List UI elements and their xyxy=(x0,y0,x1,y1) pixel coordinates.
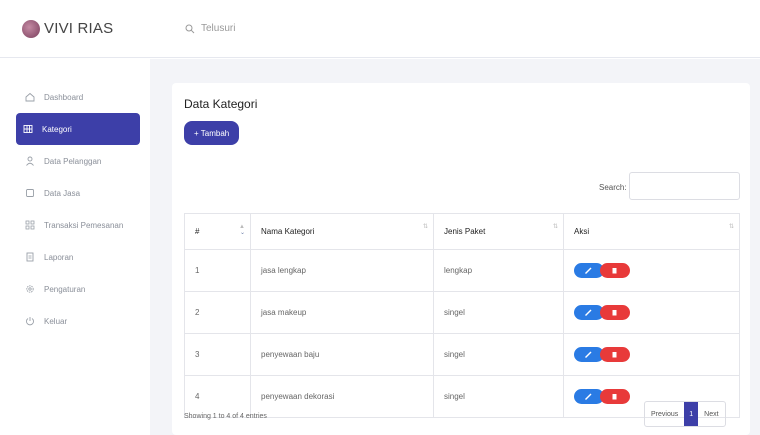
header-label: Nama Kategori xyxy=(261,227,315,236)
top-header: VIVI RIAS Telusuri xyxy=(0,0,760,58)
column-header-aksi[interactable]: Aksi ⇅ xyxy=(563,213,740,250)
kategori-card: Data Kategori + Tambah Search: # ▲ ⌄ Nam… xyxy=(172,83,750,435)
trash-icon xyxy=(612,310,617,316)
sidebar-item-label: Data Pelanggan xyxy=(44,156,102,166)
delete-button[interactable] xyxy=(600,263,630,278)
grid-icon xyxy=(22,123,34,135)
cell-number: 2 xyxy=(184,291,251,334)
pagination-previous[interactable]: Previous xyxy=(645,402,684,426)
search-placeholder: Telusuri xyxy=(201,23,236,34)
pagination-page-1[interactable]: 1 xyxy=(684,402,699,426)
column-header-number[interactable]: # ▲ ⌄ xyxy=(184,213,251,250)
cell-nama-kategori: penyewaan baju xyxy=(250,333,434,376)
sidebar-item-laporan[interactable]: Laporan xyxy=(18,241,140,273)
column-header-jenis-paket[interactable]: Jenis Paket ⇅ xyxy=(433,213,564,250)
sort-icon: ⇅ xyxy=(728,224,734,230)
column-header-nama-kategori[interactable]: Nama Kategori ⇅ xyxy=(250,213,434,250)
cell-jenis-paket: singel xyxy=(433,333,564,376)
table-row: 1 jasa lengkap lengkap xyxy=(184,249,740,292)
page-title: Data Kategori xyxy=(184,97,258,111)
delete-button[interactable] xyxy=(600,305,630,320)
header-label: Aksi xyxy=(574,227,590,236)
cell-number: 4 xyxy=(184,375,251,418)
table-row: 2 jasa makeup singel xyxy=(184,291,740,334)
pencil-icon xyxy=(585,351,592,358)
brand-logo xyxy=(22,19,40,38)
cell-nama-kategori: penyewaan dekorasi xyxy=(250,375,434,418)
sidebar-item-keluar[interactable]: Keluar xyxy=(18,305,140,337)
cell-jenis-paket: singel xyxy=(433,375,564,418)
brand-name: VIVI RIAS xyxy=(44,20,114,37)
table-info: Showing 1 to 4 of 4 entries xyxy=(184,413,267,420)
pencil-icon xyxy=(585,267,592,274)
header-label: Jenis Paket xyxy=(444,227,486,236)
cell-nama-kategori: jasa makeup xyxy=(250,291,434,334)
trash-icon xyxy=(612,268,617,274)
sort-down-icon: ⌄ xyxy=(239,230,245,236)
cell-aksi xyxy=(563,249,740,292)
sidebar-item-label: Pengaturan xyxy=(44,284,86,294)
table-row: 3 penyewaan baju singel xyxy=(184,333,740,376)
table-search-label: Search: xyxy=(599,183,627,192)
sort-icon: ⇅ xyxy=(422,224,428,230)
sidebar-item-kategori[interactable]: Kategori xyxy=(16,113,140,145)
kategori-table: # ▲ ⌄ Nama Kategori ⇅ Jenis Paket ⇅ Aksi xyxy=(184,213,740,418)
main-content: Data Kategori + Tambah Search: # ▲ ⌄ Nam… xyxy=(150,59,760,435)
sidebar-item-dashboard[interactable]: Dashboard xyxy=(18,81,140,113)
header-search[interactable]: Telusuri xyxy=(185,23,235,34)
user-icon xyxy=(24,155,36,167)
sidebar-item-label: Dashboard xyxy=(44,92,84,102)
search-icon xyxy=(185,24,195,33)
sidebar-item-label: Kategori xyxy=(42,124,72,134)
sidebar-item-label: Keluar xyxy=(44,316,68,326)
table-header-row: # ▲ ⌄ Nama Kategori ⇅ Jenis Paket ⇅ Aksi xyxy=(184,213,740,250)
sidebar-item-label: Laporan xyxy=(44,252,74,262)
sidebar-item-data-jasa[interactable]: Data Jasa xyxy=(18,177,140,209)
box-icon xyxy=(24,187,36,199)
pagination-next[interactable]: Next xyxy=(698,402,724,426)
cell-jenis-paket: singel xyxy=(433,291,564,334)
gear-icon xyxy=(24,283,36,295)
add-button[interactable]: + Tambah xyxy=(184,121,240,145)
pagination: Previous 1 Next xyxy=(644,401,726,427)
trash-icon xyxy=(612,352,617,358)
sidebar-item-data-pelanggan[interactable]: Data Pelanggan xyxy=(18,145,140,177)
document-icon xyxy=(24,251,36,263)
header-label: # xyxy=(195,227,200,236)
pencil-icon xyxy=(585,309,592,316)
sidebar-item-transaksi-pemesanan[interactable]: Transaksi Pemesanan xyxy=(18,209,140,241)
trash-icon xyxy=(612,394,617,400)
sidebar-item-label: Transaksi Pemesanan xyxy=(44,220,124,230)
apps-icon xyxy=(24,219,36,231)
sidebar-item-pengaturan[interactable]: Pengaturan xyxy=(18,273,140,305)
table-search-input[interactable] xyxy=(629,172,740,200)
sidebar: Dashboard Kategori Data Pelanggan Data J… xyxy=(0,59,150,435)
cell-aksi xyxy=(563,333,740,376)
cell-nama-kategori: jasa lengkap xyxy=(250,249,434,292)
cell-aksi xyxy=(563,291,740,334)
cell-number: 1 xyxy=(184,249,251,292)
cell-jenis-paket: lengkap xyxy=(433,249,564,292)
home-icon xyxy=(24,91,36,103)
pencil-icon xyxy=(585,393,592,400)
brand[interactable]: VIVI RIAS xyxy=(0,19,150,38)
sort-icon: ⇅ xyxy=(552,224,558,230)
cell-number: 3 xyxy=(184,333,251,376)
sidebar-item-label: Data Jasa xyxy=(44,188,81,198)
delete-button[interactable] xyxy=(600,389,630,404)
delete-button[interactable] xyxy=(600,347,630,362)
power-icon xyxy=(24,315,36,327)
